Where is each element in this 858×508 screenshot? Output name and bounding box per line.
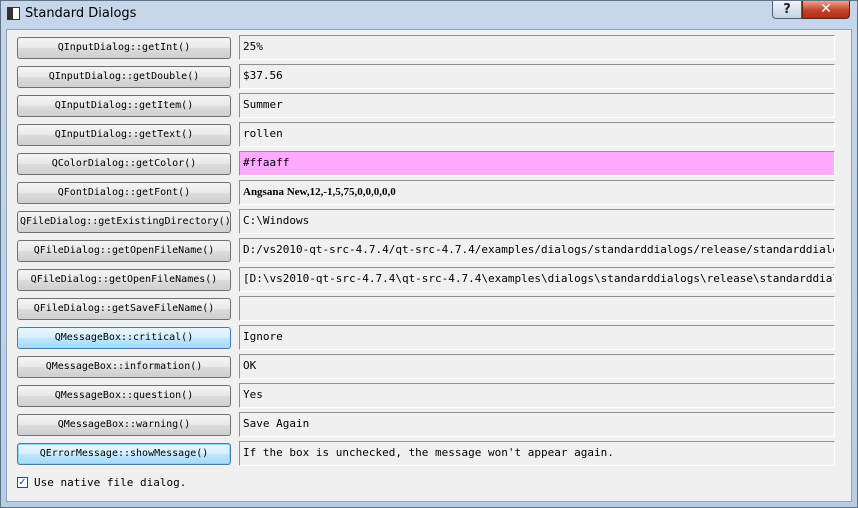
- get-existing-directory-value: C:\Windows: [239, 209, 835, 234]
- row-information: QMessageBox::information() OK: [7, 353, 853, 382]
- get-double-value: $37.56: [239, 64, 835, 89]
- row-question: QMessageBox::question() Yes: [7, 382, 853, 411]
- get-open-file-names-button[interactable]: QFileDialog::getOpenFileNames(): [17, 269, 231, 291]
- help-button[interactable]: ?: [772, 1, 802, 19]
- warning-value: Save Again: [239, 412, 835, 437]
- show-message-button[interactable]: QErrorMessage::showMessage(): [17, 443, 231, 465]
- get-color-value: #ffaaff: [239, 151, 835, 176]
- row-get-item: QInputDialog::getItem() Summer: [7, 92, 853, 121]
- get-int-button[interactable]: QInputDialog::getInt(): [17, 37, 231, 59]
- app-icon: [7, 7, 20, 20]
- information-button[interactable]: QMessageBox::information(): [17, 356, 231, 378]
- title-bar[interactable]: Standard Dialogs ? ✕: [1, 1, 857, 29]
- row-get-open-file-names: QFileDialog::getOpenFileNames() [D:\vs20…: [7, 266, 853, 295]
- get-font-button[interactable]: QFontDialog::getFont(): [17, 182, 231, 204]
- get-font-value: Angsana New,12,-1,5,75,0,0,0,0,0: [239, 180, 835, 205]
- standard-dialogs-window: Standard Dialogs ? ✕ QInputDialog::getIn…: [0, 0, 858, 508]
- row-get-text: QInputDialog::getText() rollen: [7, 121, 853, 150]
- row-get-double: QInputDialog::getDouble() $37.56: [7, 63, 853, 92]
- get-open-file-name-button[interactable]: QFileDialog::getOpenFileName(): [17, 240, 231, 262]
- row-critical: QMessageBox::critical() Ignore: [7, 324, 853, 353]
- row-warning: QMessageBox::warning() Save Again: [7, 411, 853, 440]
- row-get-int: QInputDialog::getInt() 25%: [7, 34, 853, 63]
- row-get-font: QFontDialog::getFont() Angsana New,12,-1…: [7, 179, 853, 208]
- warning-button[interactable]: QMessageBox::warning(): [17, 414, 231, 436]
- get-item-button[interactable]: QInputDialog::getItem(): [17, 95, 231, 117]
- get-double-button[interactable]: QInputDialog::getDouble(): [17, 66, 231, 88]
- get-existing-directory-button[interactable]: QFileDialog::getExistingDirectory(): [17, 211, 231, 233]
- question-button[interactable]: QMessageBox::question(): [17, 385, 231, 407]
- get-int-value: 25%: [239, 35, 835, 60]
- get-item-value: Summer: [239, 93, 835, 118]
- get-save-file-name-button[interactable]: QFileDialog::getSaveFileName(): [17, 298, 231, 320]
- show-message-value: If the box is unchecked, the message won…: [239, 441, 835, 466]
- native-file-dialog-label: Use native file dialog.: [34, 476, 187, 489]
- get-save-file-name-value: [239, 296, 835, 321]
- get-text-value: rollen: [239, 122, 835, 147]
- row-show-message: QErrorMessage::showMessage() If the box …: [7, 440, 853, 469]
- window-title: Standard Dialogs: [25, 6, 137, 21]
- get-open-file-names-value: [D:\vs2010-qt-src-4.7.4\qt-src-4.7.4\exa…: [239, 267, 835, 292]
- row-get-open-file-name: QFileDialog::getOpenFileName() D:/vs2010…: [7, 237, 853, 266]
- question-value: Yes: [239, 383, 835, 408]
- get-open-file-name-value: D:/vs2010-qt-src-4.7.4/qt-src-4.7.4/exam…: [239, 238, 835, 263]
- get-text-button[interactable]: QInputDialog::getText(): [17, 124, 231, 146]
- close-button[interactable]: ✕: [802, 1, 850, 19]
- row-get-save-file-name: QFileDialog::getSaveFileName(): [7, 295, 853, 324]
- dialog-client-area: QInputDialog::getInt() 25% QInputDialog:…: [6, 29, 852, 502]
- row-get-existing-directory: QFileDialog::getExistingDirectory() C:\W…: [7, 208, 853, 237]
- row-get-color: QColorDialog::getColor() #ffaaff: [7, 150, 853, 179]
- critical-value: Ignore: [239, 325, 835, 350]
- get-color-button[interactable]: QColorDialog::getColor(): [17, 153, 231, 175]
- critical-button[interactable]: QMessageBox::critical(): [17, 327, 231, 349]
- information-value: OK: [239, 354, 835, 379]
- native-file-dialog-checkbox[interactable]: ✓: [17, 477, 28, 488]
